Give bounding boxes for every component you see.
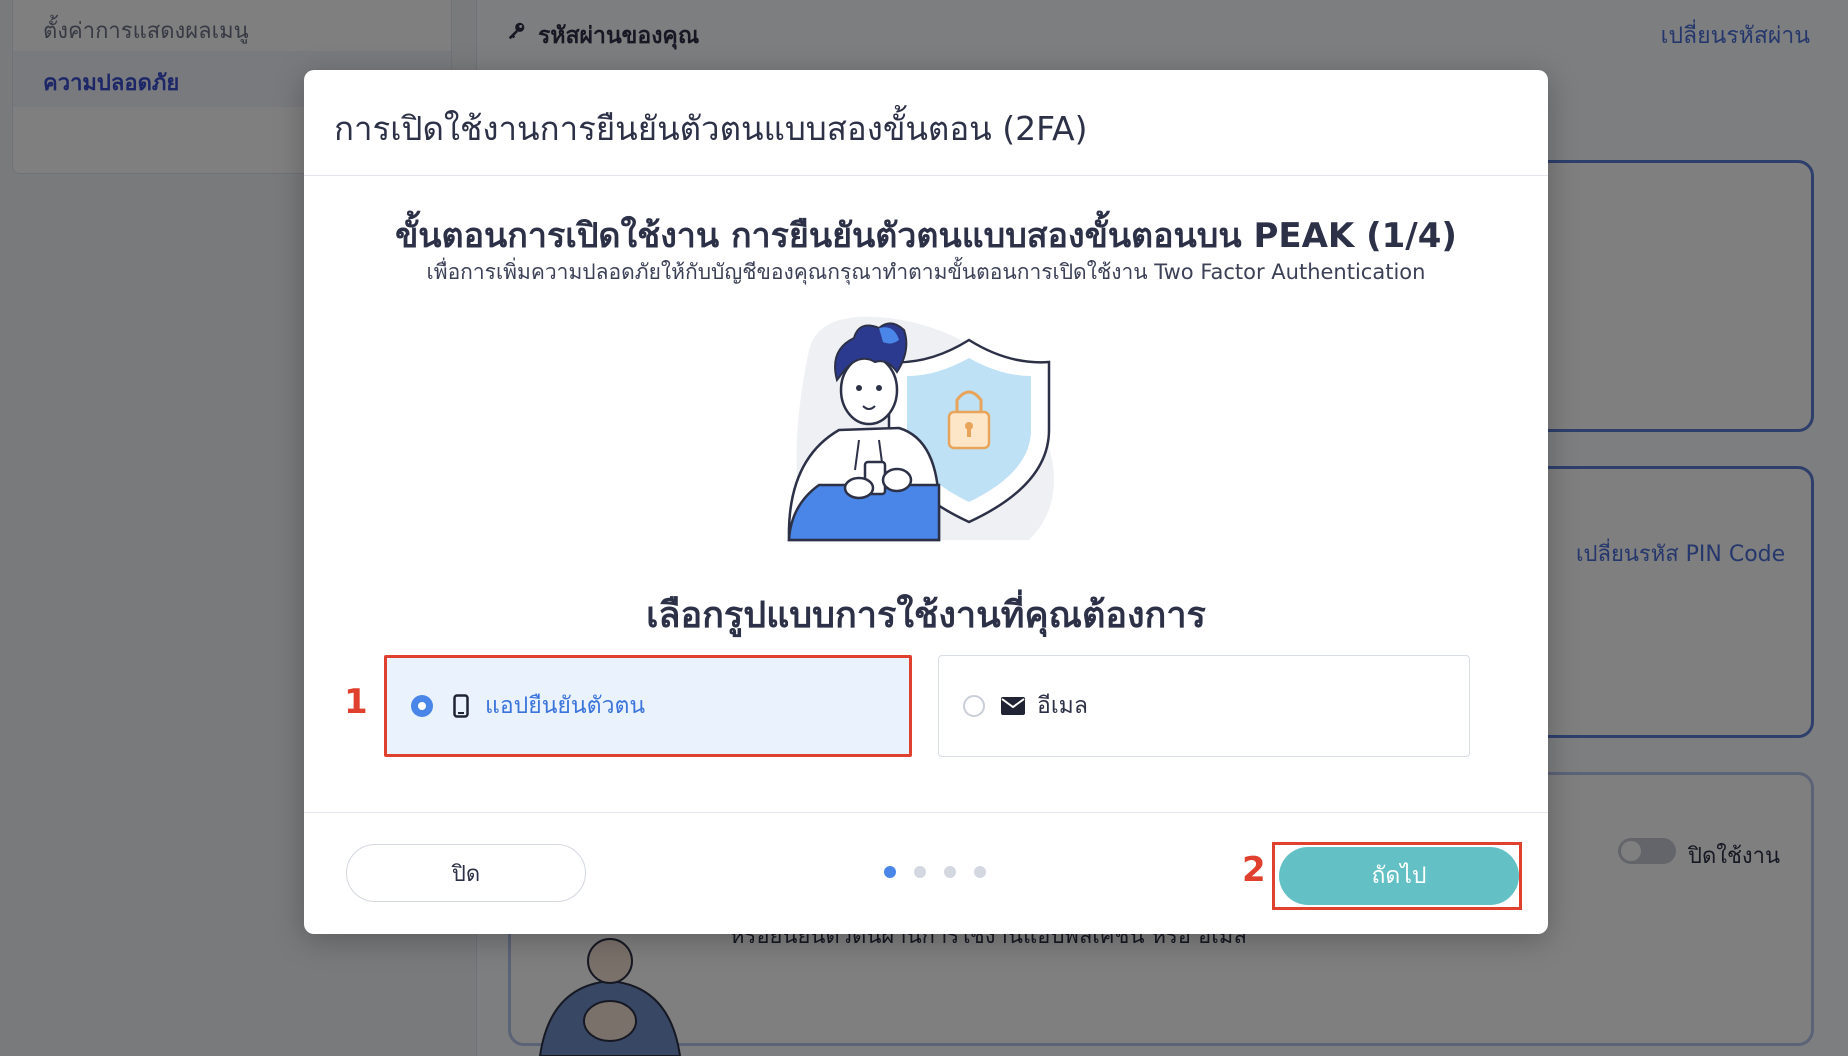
step-dot-4 [974, 866, 986, 878]
option-email[interactable]: อีเมล [938, 655, 1470, 757]
choose-method-title: เลือกรูปแบบการใช้งานที่คุณต้องการ [646, 595, 1206, 636]
envelope-icon [1001, 693, 1025, 719]
radio-selected[interactable] [411, 695, 433, 717]
step-dot-1 [884, 866, 896, 878]
option-authenticator-app-label: แอปยืนยันตัวตน [485, 693, 646, 719]
step-subtitle: เพื่อการเพิ่มความปลอดภัยให้กับบัญชีของคุ… [426, 260, 1426, 284]
step-indicator [884, 866, 986, 878]
person-phone-shield-illustration [787, 316, 1054, 542]
option-authenticator-app[interactable]: แอปยืนยันตัวตน [384, 655, 912, 757]
step-title: ขั้นตอนการเปิดใช้งาน การยืนยันตัวตนแบบสอ… [395, 216, 1457, 256]
step-dot-2 [914, 866, 926, 878]
smartphone-icon [449, 693, 473, 719]
step-dot-3 [944, 866, 956, 878]
close-button[interactable]: ปิด [346, 844, 586, 902]
modal-footer-divider [304, 812, 1548, 813]
modal-header: การเปิดใช้งานการยืนยันตัวตนแบบสองขั้นตอน… [304, 70, 1548, 176]
modal-title: การเปิดใช้งานการยืนยันตัวตนแบบสองขั้นตอน… [334, 109, 1088, 148]
next-button-highlight: ถัดไป [1272, 842, 1522, 910]
annotation-marker-1: 1 [344, 682, 368, 722]
annotation-marker-2: 2 [1242, 850, 1266, 890]
radio-unselected[interactable] [963, 695, 985, 717]
2fa-setup-modal: การเปิดใช้งานการยืนยันตัวตนแบบสองขั้นตอน… [304, 70, 1548, 934]
next-button[interactable]: ถัดไป [1279, 847, 1519, 905]
option-email-label: อีเมล [1037, 693, 1088, 719]
